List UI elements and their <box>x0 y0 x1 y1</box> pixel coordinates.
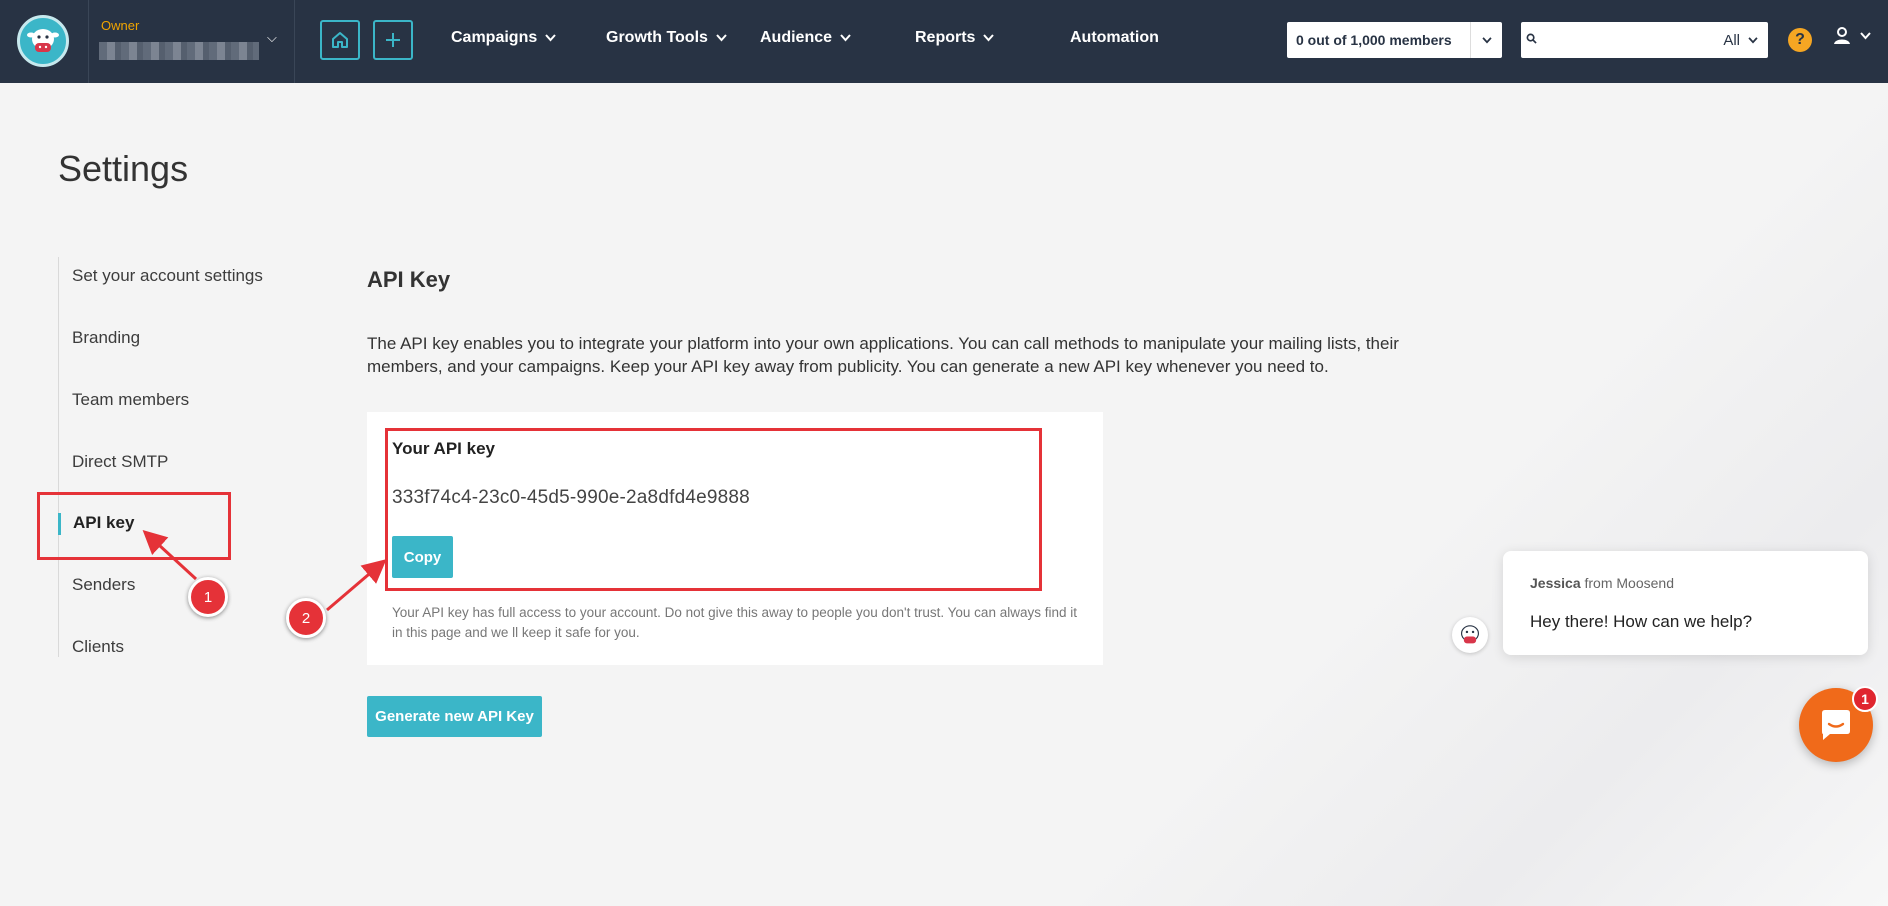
chat-sender: Jessica from Moosend <box>1530 575 1674 591</box>
global-search: All <box>1521 22 1768 58</box>
chat-agent-name: Jessica <box>1530 575 1581 591</box>
account-name-redacted <box>99 42 259 60</box>
account-role: Owner <box>101 18 140 33</box>
nav-label: Automation <box>1070 29 1159 46</box>
members-counter-dropdown[interactable]: 0 out of 1,000 members <box>1287 22 1502 58</box>
nav-reports[interactable]: Reports <box>915 29 995 47</box>
chat-unread-badge: 1 <box>1852 686 1878 712</box>
search-icon <box>1521 33 1542 47</box>
chevron-down-icon <box>545 34 556 42</box>
step-marker-1: 1 <box>188 577 228 617</box>
step-marker-2: 2 <box>286 598 326 638</box>
search-scope-label: All <box>1723 31 1740 49</box>
chevron-down-icon <box>983 34 995 42</box>
help-icon[interactable]: ? <box>1788 28 1812 52</box>
sidebar-item-direct-smtp[interactable]: Direct SMTP <box>72 452 168 472</box>
search-input[interactable] <box>1542 25 1724 55</box>
nav-audience[interactable]: Audience <box>760 29 851 47</box>
chevron-down-icon[interactable] <box>1470 22 1502 58</box>
nav-growth-tools[interactable]: Growth Tools <box>606 29 727 47</box>
generate-api-key-button[interactable]: Generate new API Key <box>367 696 542 737</box>
nav-label: Campaigns <box>451 29 538 46</box>
chevron-down-icon <box>1748 36 1758 44</box>
sidebar-item-team-members[interactable]: Team members <box>72 390 189 410</box>
user-menu[interactable] <box>1832 26 1871 46</box>
api-key-description: The API key enables you to integrate you… <box>367 334 1399 376</box>
chevron-down-icon[interactable]: ⌵ <box>267 30 277 46</box>
highlight-box-sidebar <box>37 492 231 560</box>
create-button[interactable] <box>373 20 413 60</box>
chat-icon <box>1822 710 1850 740</box>
chat-message-card[interactable]: Jessica from Moosend Hey there! How can … <box>1503 551 1868 655</box>
logo-icon[interactable] <box>17 15 69 67</box>
sidebar-item-senders[interactable]: Senders <box>72 575 135 595</box>
help-symbol: ? <box>1795 31 1805 48</box>
chat-message-text: Hey there! How can we help? <box>1530 612 1753 631</box>
home-button[interactable] <box>320 20 360 60</box>
nav-campaigns[interactable]: Campaigns <box>451 29 556 47</box>
sidebar-item-account-settings[interactable]: Set your account settings <box>72 266 263 286</box>
settings-sidebar: Set your account settings Branding Team … <box>58 257 288 657</box>
top-navigation-bar: Owner ⌵ Campaigns Growth Tools Audience … <box>0 0 1888 83</box>
page-title: Settings <box>58 148 189 189</box>
search-scope-select[interactable]: All <box>1723 32 1768 49</box>
section-title: API Key <box>367 267 451 292</box>
nav-automation[interactable]: Automation <box>1070 29 1159 47</box>
account-switcher[interactable]: Owner ⌵ <box>88 0 295 83</box>
sidebar-item-branding[interactable]: Branding <box>72 328 140 348</box>
members-counter-label: 0 out of 1,000 members <box>1296 32 1452 48</box>
chevron-down-icon <box>1860 32 1871 40</box>
chat-agent-suffix: from Moosend <box>1584 575 1674 591</box>
highlight-box-api-key <box>385 428 1042 591</box>
user-icon <box>1834 27 1850 44</box>
nav-label: Reports <box>915 29 976 46</box>
home-icon <box>332 32 348 48</box>
api-key-warning: Your API key has full access to your acc… <box>392 605 1077 640</box>
chat-agent-avatar <box>1452 617 1488 653</box>
chevron-down-icon <box>840 34 851 42</box>
chevron-down-icon <box>716 34 727 42</box>
sidebar-item-clients[interactable]: Clients <box>72 637 124 657</box>
plus-icon <box>386 33 400 47</box>
nav-label: Growth Tools <box>606 29 708 46</box>
nav-label: Audience <box>760 29 833 46</box>
